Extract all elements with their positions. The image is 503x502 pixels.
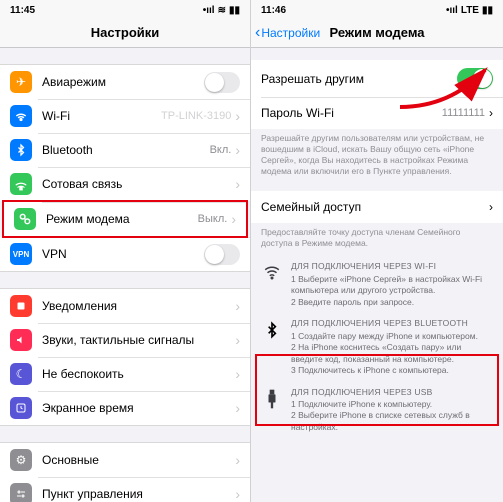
status-bar: 11:45 •ııl ≋ ▮▮ xyxy=(0,0,250,18)
wifi-instr-title: ДЛЯ ПОДКЛЮЧЕНИЯ ЧЕРЕЗ WI-FI xyxy=(291,261,493,272)
footer-allow: Разрешайте другим пользователям или устр… xyxy=(251,129,503,183)
row-family-access[interactable]: Семейный доступ › xyxy=(251,191,503,223)
allow-label: Разрешать другим xyxy=(261,72,457,86)
highlight-bluetooth xyxy=(255,354,499,426)
hotspot-screen: 11:46 •ııl LTE ▮▮ ‹ Настройки Режим моде… xyxy=(251,0,503,502)
row-notifications[interactable]: Уведомления › xyxy=(0,288,250,323)
settings-screen: 11:45 •ııl ≋ ▮▮ Настройки ✈ Авиарежим Wi… xyxy=(0,0,251,502)
row-wifi-password[interactable]: Пароль Wi-Fi 11111111 › xyxy=(251,97,503,129)
notifications-label: Уведомления xyxy=(42,299,235,313)
row-dnd[interactable]: ☾ Не беспокоить › xyxy=(0,357,250,391)
chevron-icon: › xyxy=(235,366,240,382)
password-value: 11111111 xyxy=(442,107,485,119)
wifi-icon: ≋ xyxy=(218,5,226,16)
chevron-icon: › xyxy=(235,452,240,468)
sounds-label: Звуки, тактильные сигналы xyxy=(42,333,235,347)
family-label: Семейный доступ xyxy=(261,200,489,214)
screentime-label: Экранное время xyxy=(42,401,235,415)
back-label: Настройки xyxy=(261,26,320,40)
wifi-instr-icon xyxy=(261,261,283,308)
status-time: 11:46 xyxy=(261,5,286,16)
bluetooth-value: Вкл. xyxy=(210,144,232,156)
back-button[interactable]: ‹ Настройки xyxy=(255,25,320,41)
wifi-instr-step1: 1 Выберите «iPhone Сергей» в настройках … xyxy=(291,274,493,297)
bt-instr-title: ДЛЯ ПОДКЛЮЧЕНИЯ ЧЕРЕЗ BLUETOOTH xyxy=(291,318,493,329)
cellular-label: Сотовая связь xyxy=(42,177,235,191)
wifi-value: TP-LINK-3190 xyxy=(161,110,231,122)
chevron-left-icon: ‹ xyxy=(255,25,260,41)
chevron-icon: › xyxy=(235,142,240,158)
row-airplane[interactable]: ✈ Авиарежим xyxy=(0,64,250,99)
chevron-icon: › xyxy=(235,486,240,502)
vpn-icon: VPN xyxy=(10,243,32,265)
row-controlcenter[interactable]: Пункт управления › xyxy=(0,477,250,502)
controlcenter-label: Пункт управления xyxy=(42,487,235,501)
row-general[interactable]: ⚙ Основные › xyxy=(0,442,250,477)
row-allow-others[interactable]: Разрешать другим xyxy=(251,60,503,97)
bt-instr-step1: 1 Создайте пару между iPhone и компьютер… xyxy=(291,331,493,342)
row-bluetooth[interactable]: Bluetooth Вкл. › xyxy=(0,133,250,167)
battery-icon: ▮▮ xyxy=(482,5,493,16)
bluetooth-label: Bluetooth xyxy=(42,143,210,157)
sounds-icon xyxy=(10,329,32,351)
nav-bar: Настройки xyxy=(0,18,250,48)
chevron-icon: › xyxy=(235,332,240,348)
hotspot-value: Выкл. xyxy=(198,213,228,225)
wifi-row-icon xyxy=(10,105,32,127)
status-time: 11:45 xyxy=(10,5,35,16)
allow-toggle[interactable] xyxy=(457,68,493,89)
nav-bar: ‹ Настройки Режим модема xyxy=(251,18,503,48)
footer-family: Предоставляйте точку доступа членам Семе… xyxy=(251,223,503,255)
row-cellular[interactable]: Сотовая связь › xyxy=(0,167,250,201)
airplane-label: Авиарежим xyxy=(42,75,204,89)
controlcenter-icon xyxy=(10,483,32,502)
row-hotspot[interactable]: Режим модема Выкл. › xyxy=(2,200,248,238)
notifications-icon xyxy=(10,295,32,317)
row-vpn[interactable]: VPN VPN xyxy=(0,237,250,272)
dnd-icon: ☾ xyxy=(10,363,32,385)
chevron-icon: › xyxy=(235,298,240,314)
hotspot-label: Режим модема xyxy=(46,212,198,226)
chevron-icon: › xyxy=(235,108,240,124)
row-sounds[interactable]: Звуки, тактильные сигналы › xyxy=(0,323,250,357)
signal-icon: •ııl xyxy=(446,5,458,16)
status-bar: 11:46 •ııl LTE ▮▮ xyxy=(251,0,503,18)
signal-icon: •ııl xyxy=(203,5,215,16)
row-screentime[interactable]: Экранное время › xyxy=(0,391,250,426)
nav-title: Режим модема xyxy=(329,25,424,40)
chevron-icon: › xyxy=(489,200,493,214)
wifi-label: Wi-Fi xyxy=(42,109,161,123)
vpn-label: VPN xyxy=(42,247,204,261)
carrier-label: LTE xyxy=(461,5,479,16)
battery-icon: ▮▮ xyxy=(229,5,240,16)
chevron-icon: › xyxy=(235,176,240,192)
bluetooth-row-icon xyxy=(10,139,32,161)
general-icon: ⚙ xyxy=(10,449,32,471)
chevron-icon: › xyxy=(235,400,240,416)
row-wifi[interactable]: Wi-Fi TP-LINK-3190 › xyxy=(0,99,250,133)
hotspot-icon xyxy=(14,208,36,230)
general-label: Основные xyxy=(42,453,235,467)
screentime-icon xyxy=(10,397,32,419)
wifi-instr-step2: 2 Введите пароль при запросе. xyxy=(291,297,493,308)
airplane-icon: ✈ xyxy=(10,71,32,93)
password-label: Пароль Wi-Fi xyxy=(261,106,442,120)
cellular-icon xyxy=(10,173,32,195)
nav-title: Настройки xyxy=(91,25,160,40)
airplane-toggle[interactable] xyxy=(204,72,240,93)
chevron-icon: › xyxy=(231,211,236,227)
dnd-label: Не беспокоить xyxy=(42,367,235,381)
vpn-toggle[interactable] xyxy=(204,244,240,265)
wifi-instructions: ДЛЯ ПОДКЛЮЧЕНИЯ ЧЕРЕЗ WI-FI 1 Выберите «… xyxy=(251,255,503,312)
chevron-icon: › xyxy=(489,106,493,120)
